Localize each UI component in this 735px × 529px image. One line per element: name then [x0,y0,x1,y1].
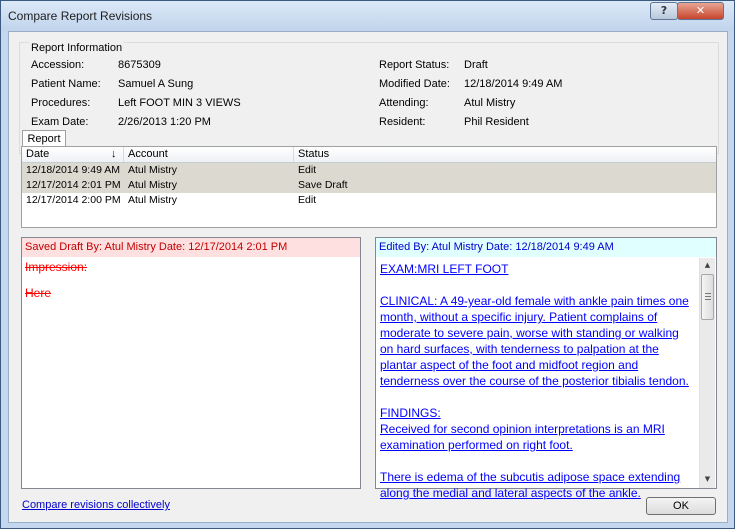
thumb-grip [705,296,711,297]
saved-draft-header: Saved Draft By: Atul Mistry Date: 12/17/… [22,238,360,257]
patient-name-value: Samuel A Sung [118,78,194,90]
resident-label: Resident: [379,116,426,128]
help-icon: ? [660,4,668,17]
report-information-legend: Report Information [29,42,125,54]
deleted-text-line: Impression: [25,260,88,274]
accession-label: Accession: [31,59,85,71]
deleted-text-line: Here [25,286,52,300]
sort-descending-icon: ↓ [111,148,117,160]
thumb-grip [705,293,711,294]
row-account-cell: Atul Mistry [128,194,178,206]
attending-label: Attending: [379,97,429,109]
inserted-text-line: There is edema of the subcutis adipose s… [380,470,681,484]
vertical-scrollbar[interactable]: ▲ ▼ [699,258,715,488]
edited-version-header: Edited By: Atul Mistry Date: 12/18/2014 … [376,238,716,257]
table-row[interactable]: 12/17/2014 2:00 PM Atul Mistry Edit [22,193,716,208]
column-header-date[interactable]: Date ↓ [22,147,124,162]
accession-value: 8675309 [118,59,161,71]
procedures-value: Left FOOT MIN 3 VIEWS [118,97,241,109]
row-status-cell: Edit [298,194,317,206]
inserted-text-line: along the medial and lateral aspects of … [380,486,641,500]
row-status-cell: Save Draft [298,179,348,191]
title-bar: Compare Report Revisions ? ✕ [1,1,734,31]
inserted-text-line: plantar aspect of the foot and midfoot r… [380,358,639,372]
inserted-text-line: CLINICAL: A 49-year-old female with ankl… [380,294,689,308]
close-button[interactable]: ✕ [677,2,724,20]
modified-date-label: Modified Date: [379,78,450,90]
row-account-cell: Atul Mistry [128,179,178,191]
close-icon: ✕ [695,4,706,17]
column-header-status[interactable]: Status [294,147,716,162]
attending-value: Atul Mistry [464,97,516,109]
row-date-cell: 12/17/2014 2:01 PM [26,179,121,191]
edited-version-panel[interactable]: Edited By: Atul Mistry Date: 12/18/2014 … [375,237,717,500]
saved-draft-panel[interactable]: Saved Draft By: Atul Mistry Date: 12/17/… [21,237,361,489]
inserted-text-line: tenderness over the course of the poster… [380,374,689,388]
row-date-cell: 12/17/2014 2:00 PM [26,194,121,206]
report-information-group: Report Information Accession: 8675309 Pa… [19,42,719,154]
ok-button[interactable]: OK [646,497,716,515]
procedures-label: Procedures: [31,97,91,109]
exam-date-label: Exam Date: [31,116,89,128]
patient-name-label: Patient Name: [31,78,101,90]
inserted-text-line: moderate to severe pain, worse with stan… [380,326,679,340]
table-row[interactable]: 12/17/2014 2:01 PM Atul Mistry Save Draf… [22,178,716,193]
help-button[interactable]: ? [650,2,678,20]
column-header-account[interactable]: Account [124,147,294,162]
report-status-label: Report Status: [379,59,450,71]
row-date-cell: 12/18/2014 9:49 AM [26,164,120,176]
column-date-label: Date [26,148,50,160]
inserted-text-line: Received for second opinion interpretati… [380,422,665,436]
scroll-down-icon[interactable]: ▼ [700,472,715,487]
inserted-text-line: examination performed on right foot. [380,438,573,452]
inserted-text-line: month, without a specific injury. Patien… [380,310,658,324]
thumb-grip [705,299,711,300]
inserted-text-line: FINDINGS: [380,406,441,420]
modified-date-value: 12/18/2014 9:49 AM [464,78,563,90]
row-account-cell: Atul Mistry [128,164,178,176]
revisions-grid: Date ↓ Account Status 12/18/2014 9:49 AM… [21,146,717,228]
table-row[interactable]: 12/18/2014 9:49 AM Atul Mistry Edit [22,163,716,178]
dialog-body: Report Information Accession: 8675309 Pa… [8,31,728,523]
row-status-cell: Edit [298,164,317,176]
compare-revisions-collectively-link[interactable]: Compare revisions collectively [22,499,170,511]
scroll-up-icon[interactable]: ▲ [700,258,715,273]
resident-value: Phil Resident [464,116,529,128]
inserted-text-line: on hard surfaces, with tenderness to pal… [380,342,659,356]
window-title: Compare Report Revisions [8,9,153,23]
report-status-value: Draft [464,59,488,71]
scrollbar-thumb[interactable] [701,274,714,320]
inserted-text-line: EXAM:MRI LEFT FOOT [380,262,509,276]
compare-report-revisions-window: Compare Report Revisions ? ✕ Report Info… [0,0,735,529]
exam-date-value: 2/26/2013 1:20 PM [118,116,211,128]
grid-header: Date ↓ Account Status [22,147,716,163]
